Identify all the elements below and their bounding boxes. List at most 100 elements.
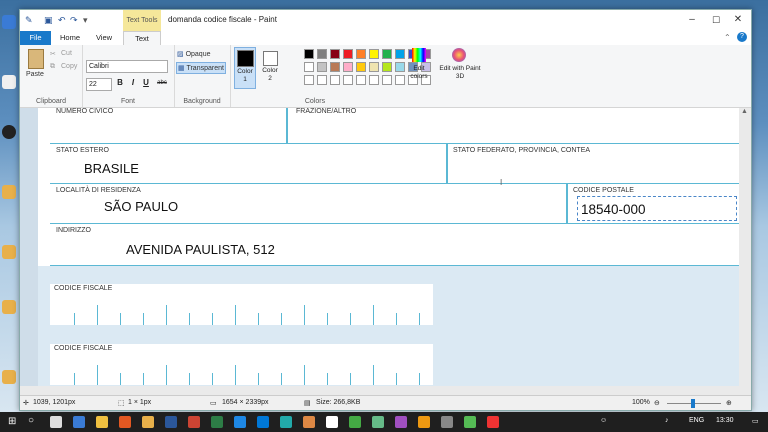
zoom-slider-thumb[interactable] — [691, 399, 695, 408]
text-selection-box[interactable]: 18540-000 — [577, 196, 737, 221]
taskbar-app-icon[interactable] — [188, 416, 200, 428]
empty-color-swatch[interactable] — [369, 75, 379, 85]
taskbar-app-icon[interactable] — [349, 416, 361, 428]
color-swatch[interactable] — [317, 49, 327, 59]
color-swatch[interactable] — [330, 62, 340, 72]
color-swatch[interactable] — [317, 62, 327, 72]
color2-button[interactable]: Color 2 — [260, 47, 280, 87]
empty-color-swatch[interactable] — [356, 75, 366, 85]
tab-file[interactable]: File — [20, 31, 51, 45]
taskbar-app-icon[interactable] — [326, 416, 338, 428]
underline-button[interactable]: U — [141, 78, 151, 88]
close-button[interactable]: ✕ — [728, 13, 748, 27]
folder-icon[interactable] — [2, 300, 16, 314]
paste-button[interactable]: Paste — [26, 71, 44, 78]
tab-text[interactable]: Text — [123, 31, 161, 45]
volume-icon[interactable]: ♪ — [665, 417, 669, 424]
taskbar-app-icon[interactable] — [303, 416, 315, 428]
taskbar-app-icon[interactable] — [372, 416, 384, 428]
taskbar-app-icon[interactable] — [257, 416, 269, 428]
color-swatch[interactable] — [382, 62, 392, 72]
canvas-area[interactable]: NUMERO CIVICO FRAZIONE/ALTRO STATO ESTER… — [20, 108, 739, 386]
edit-with-paint3d-button[interactable]: Edit with Paint 3D — [438, 65, 482, 81]
copy-button[interactable]: Copy — [61, 63, 77, 70]
people-icon[interactable]: ☺ — [600, 417, 607, 424]
color-swatch[interactable] — [395, 49, 405, 59]
tab-view[interactable]: View — [90, 31, 118, 45]
tick-mark — [373, 365, 374, 385]
color-swatch[interactable] — [369, 62, 379, 72]
empty-color-swatch[interactable] — [330, 75, 340, 85]
selection-size: 1 × 1px — [128, 399, 152, 406]
transparent-button[interactable]: ▦ Transparent — [176, 62, 226, 74]
codice-postale-value[interactable]: 18540-000 — [581, 202, 646, 217]
scroll-up-icon[interactable]: ▲ — [741, 108, 748, 115]
folder-icon[interactable] — [2, 245, 16, 259]
search-icon[interactable]: ○ — [28, 415, 34, 426]
image-size-icon: ▭ — [210, 400, 217, 407]
save-icon[interactable]: ▣ — [44, 15, 53, 26]
redo-icon[interactable]: ↷ — [70, 15, 78, 26]
tab-home[interactable]: Home — [56, 31, 84, 45]
taskbar-app-icon[interactable] — [73, 416, 85, 428]
document-image[interactable]: NUMERO CIVICO FRAZIONE/ALTRO STATO ESTER… — [38, 108, 739, 386]
empty-color-swatch[interactable] — [304, 75, 314, 85]
status-bar: ✛ 1039, 1201px ⬚ 1 × 1px ▭ 1654 × 2339px… — [20, 395, 751, 410]
cut-button[interactable]: Cut — [61, 50, 72, 57]
clock[interactable]: 13:30 — [716, 417, 734, 424]
italic-button[interactable]: I — [128, 78, 138, 88]
chevron-up-icon[interactable]: ⌃ — [724, 33, 731, 42]
color-swatch[interactable] — [330, 49, 340, 59]
taskbar-app-icon[interactable] — [142, 416, 154, 428]
opaque-button[interactable]: ▨ Opaque — [177, 50, 211, 58]
horizontal-scrollbar[interactable] — [20, 386, 751, 395]
edit-colors-button[interactable]: Edit colors — [405, 65, 433, 81]
color-swatch[interactable] — [304, 62, 314, 72]
color-swatch[interactable] — [356, 62, 366, 72]
bold-button[interactable]: B — [115, 78, 125, 88]
taskbar-app-icon[interactable] — [234, 416, 246, 428]
maximize-button[interactable]: ☐ — [706, 13, 726, 27]
folder-icon[interactable] — [2, 370, 16, 384]
color-swatch[interactable] — [395, 62, 405, 72]
taskbar-app-icon[interactable] — [50, 416, 62, 428]
taskbar-app-icon[interactable] — [464, 416, 476, 428]
taskbar-app-icon[interactable] — [119, 416, 131, 428]
color1-button[interactable]: Color 1 — [234, 47, 256, 89]
language-indicator[interactable]: ENG — [689, 417, 704, 424]
taskbar-app-icon[interactable] — [418, 416, 430, 428]
folder-icon[interactable] — [2, 185, 16, 199]
zoom-out-icon[interactable]: ⊖ — [654, 399, 660, 407]
color-swatch[interactable] — [304, 49, 314, 59]
empty-color-swatch[interactable] — [395, 75, 405, 85]
color-swatch[interactable] — [356, 49, 366, 59]
taskbar-app-icon[interactable] — [395, 416, 407, 428]
undo-icon[interactable]: ↶ — [58, 15, 66, 26]
taskbar-app-icon[interactable] — [280, 416, 292, 428]
customize-quick-access-icon[interactable]: ▾ — [83, 15, 88, 26]
strikethrough-button[interactable]: abc — [154, 78, 170, 88]
notifications-icon[interactable]: ▭ — [752, 417, 759, 425]
taskbar-app-icon[interactable] — [211, 416, 223, 428]
taskbar-app-icon[interactable] — [487, 416, 499, 428]
minimize-button[interactable]: – — [682, 13, 702, 27]
taskbar-app-icon[interactable] — [165, 416, 177, 428]
start-windows-icon[interactable]: ⊞ — [8, 416, 20, 428]
font-family-select[interactable]: Calibri — [86, 60, 168, 73]
color-swatch[interactable] — [369, 49, 379, 59]
empty-color-swatch[interactable] — [382, 75, 392, 85]
taskbar-app-icon[interactable] — [96, 416, 108, 428]
help-icon[interactable]: ? — [737, 32, 747, 42]
color-swatch[interactable] — [343, 62, 353, 72]
zoom-in-icon[interactable]: ⊕ — [726, 399, 732, 407]
desktop-icon[interactable] — [2, 15, 16, 29]
font-size-select[interactable]: 22 — [86, 78, 112, 91]
desktop-icon[interactable] — [2, 125, 16, 139]
empty-color-swatch[interactable] — [343, 75, 353, 85]
color-swatch[interactable] — [343, 49, 353, 59]
empty-color-swatch[interactable] — [317, 75, 327, 85]
vertical-scrollbar[interactable]: ▲ — [739, 108, 751, 386]
color-swatch[interactable] — [382, 49, 392, 59]
desktop-icon[interactable] — [2, 75, 16, 89]
taskbar-app-icon[interactable] — [441, 416, 453, 428]
